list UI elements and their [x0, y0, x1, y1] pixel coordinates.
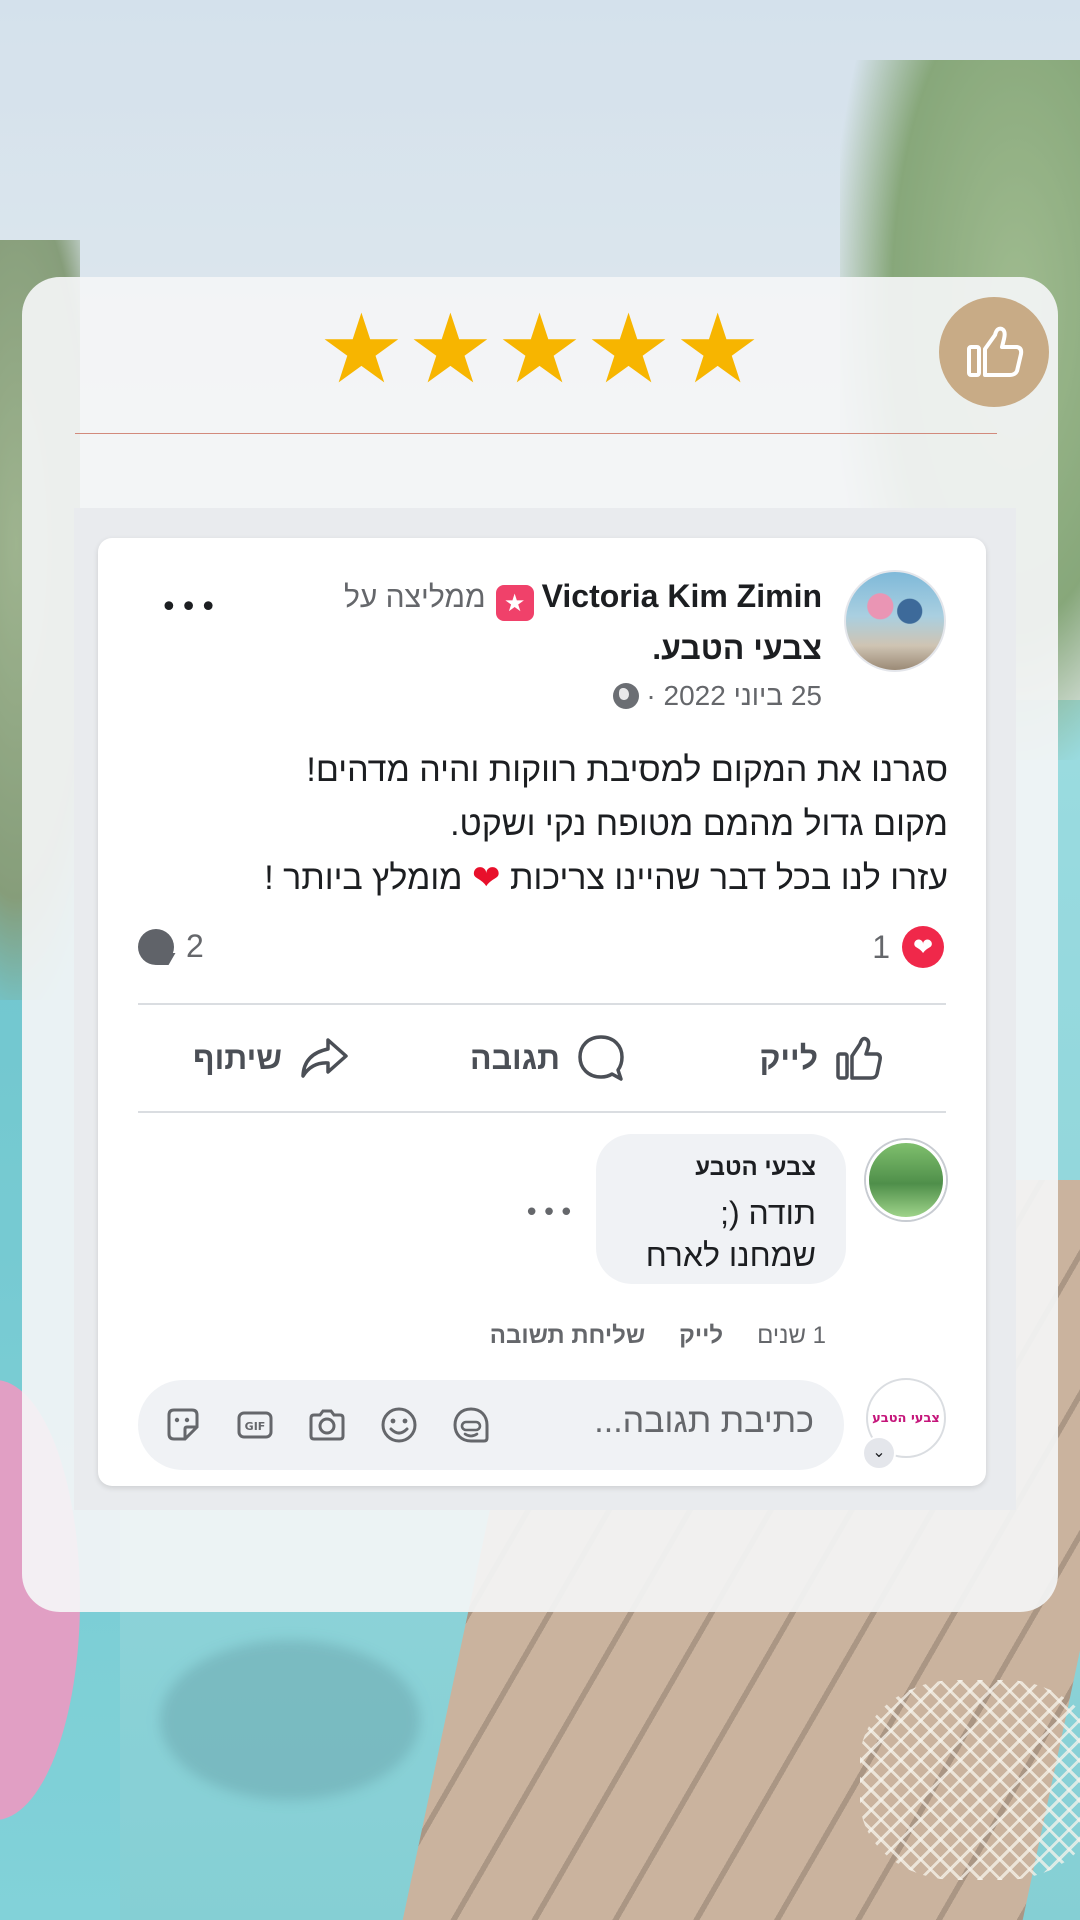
star-icon: ★: [496, 293, 584, 405]
like-button[interactable]: לייק: [759, 1028, 884, 1088]
gif-icon[interactable]: GIF: [232, 1402, 278, 1448]
comment-line: תודה (;: [720, 1195, 816, 1231]
post-text-line: מקום גדול מהמם מטופח נקי ושקט.: [450, 805, 948, 843]
emoji-icon[interactable]: [376, 1402, 422, 1448]
reply-placeholder: כתיבת תגובה...: [594, 1402, 814, 1440]
globe-icon: [612, 683, 639, 709]
comment-reply-link[interactable]: שליחת תשובה: [490, 1322, 645, 1349]
post-text: סגרנו את המקום למסיבת רווקות והיה מדהים!…: [178, 743, 948, 905]
comment-like-link[interactable]: לייק: [679, 1322, 723, 1349]
star-icon: ★: [585, 293, 673, 405]
star-icon: ★: [407, 293, 495, 405]
comment-line: שמחנו לארח: [645, 1237, 816, 1273]
page-logo-text: צבעי הטבע: [872, 1410, 940, 1426]
reply-input[interactable]: כתיבת תגובה... GIF: [138, 1380, 844, 1470]
love-reaction-icon: ❤: [902, 926, 944, 968]
comment-time[interactable]: 1 שנים: [757, 1322, 826, 1349]
commenter-avatar[interactable]: [866, 1140, 946, 1220]
divider: [138, 1111, 946, 1113]
recommend-text: ממליצה על: [343, 581, 486, 614]
author-name[interactable]: Victoria Kim Zimin: [542, 578, 822, 614]
comment-icon: [578, 1035, 624, 1081]
comment-bubble: צבעי הטבע תודה (; שמחנו לארח: [596, 1134, 846, 1284]
post-text-line: סגרנו את המקום למסיבת רווקות והיה מדהים!: [306, 751, 948, 789]
comments-summary[interactable]: 2: [138, 928, 204, 965]
comment-meta: 1 שנים לייק שליחת תשובה: [456, 1322, 826, 1350]
post-date[interactable]: 25 ביוני 2022 ·: [646, 680, 822, 711]
author-avatar[interactable]: [844, 570, 946, 672]
comment-count-icon: [138, 928, 174, 965]
post-text-segment: מומלץ ביותר !: [264, 859, 463, 897]
facebook-post: Victoria Kim Zimin★ממליצה על צבעי הטבע. …: [98, 538, 986, 1486]
post-text-segment: עזרו לנו בכל דבר שהיינו צריכות: [509, 859, 948, 897]
avatar-sticker-icon[interactable]: [448, 1402, 494, 1448]
thumbs-up-icon: [939, 297, 1049, 407]
divider: [138, 1003, 946, 1005]
share-label: שיתוף: [193, 1039, 282, 1076]
camera-icon[interactable]: [304, 1402, 350, 1448]
page-name-link[interactable]: צבעי הטבע.: [652, 630, 822, 667]
comments-count: 2: [186, 928, 204, 964]
divider-line: [75, 433, 997, 434]
recommend-star-icon: ★: [495, 584, 534, 621]
share-icon: [301, 1038, 348, 1078]
comment-more-icon[interactable]: •••: [524, 1198, 576, 1228]
comment-label: תגובה: [469, 1039, 560, 1076]
sticker-icon[interactable]: [160, 1402, 206, 1448]
comment-button[interactable]: תגובה: [470, 1028, 628, 1088]
chevron-down-icon[interactable]: ⌄: [862, 1436, 896, 1470]
post-text-line: עזרו לנו בכל דבר שהיינו צריכות ❤ מומלץ ב…: [178, 851, 948, 905]
reactions-count: 1: [872, 928, 890, 965]
star-rating: ★★★★★: [22, 301, 1058, 397]
like-label: לייק: [759, 1039, 818, 1076]
commenter-name[interactable]: צבעי הטבע: [695, 1154, 816, 1182]
svg-text:GIF: GIF: [245, 1420, 266, 1433]
more-options-icon[interactable]: •••: [160, 590, 219, 625]
comment-text: תודה (; שמחנו לארח: [646, 1192, 816, 1276]
star-icon: ★: [318, 293, 406, 405]
star-icon: ★: [674, 293, 762, 405]
post-header: Victoria Kim Zimin★ ממליצה על: [344, 578, 822, 621]
heart-emoji: ❤: [472, 859, 501, 897]
like-icon: [836, 1036, 882, 1080]
share-button[interactable]: שיתוף: [193, 1028, 352, 1088]
reactions-summary[interactable]: ❤ 1: [872, 926, 944, 968]
reply-tools: GIF: [160, 1402, 520, 1448]
post-meta: 25 ביוני 2022 ·: [607, 680, 822, 712]
